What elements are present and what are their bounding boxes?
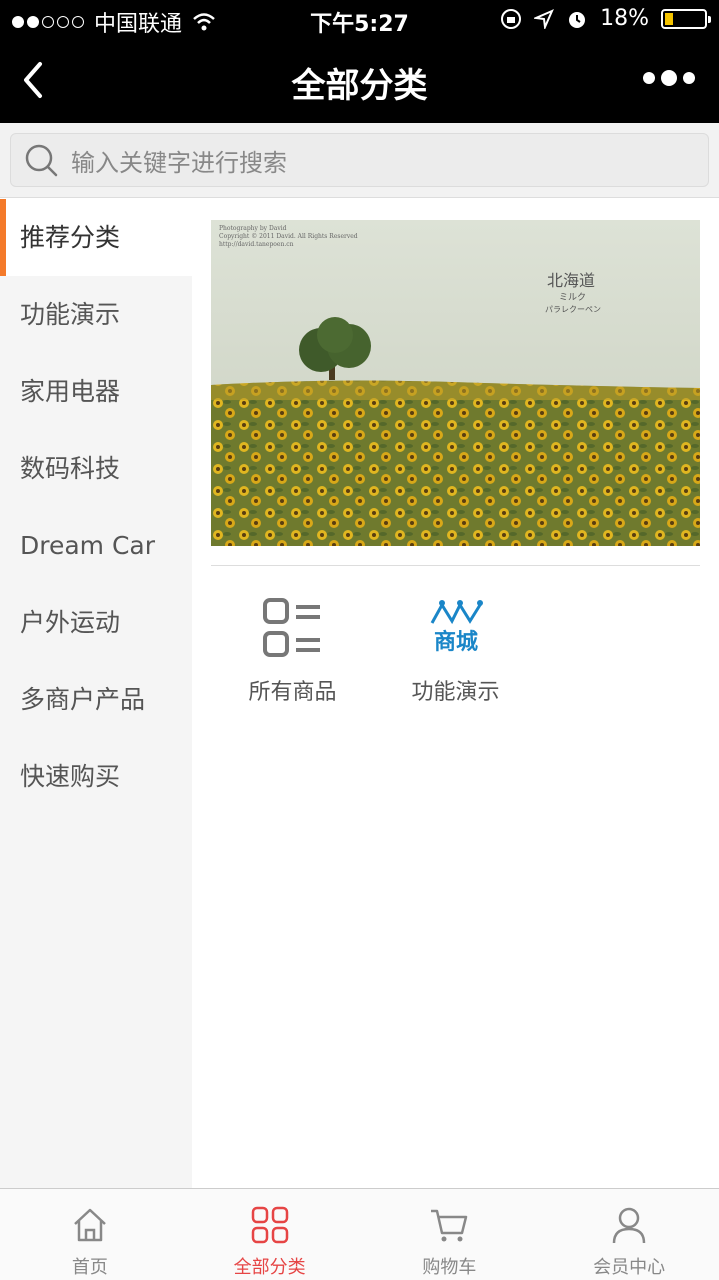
search-placeholder: 输入关键字进行搜索 xyxy=(71,148,287,177)
subcategory-grid: 所有商品 商城 功能演示 xyxy=(211,594,537,706)
search-bar: 输入关键字进行搜索 xyxy=(0,123,719,198)
sidebar-item-digital[interactable]: 数码科技 xyxy=(0,430,192,507)
category-icon xyxy=(251,1206,288,1244)
sidebar-item-quick-buy[interactable]: 快速购买 xyxy=(0,738,192,815)
mall-logo-icon: 商城 xyxy=(430,600,483,655)
tab-label: 会员中心 xyxy=(593,1257,666,1278)
tab-all-categories[interactable]: 全部分类 xyxy=(180,1189,360,1280)
list-grid-icon xyxy=(262,598,320,657)
sidebar-item-appliances[interactable]: 家用电器 xyxy=(0,353,192,430)
tab-home[interactable]: 首页 xyxy=(0,1189,180,1280)
orientation-lock-icon xyxy=(501,8,522,29)
home-icon xyxy=(74,1208,106,1242)
alarm-icon xyxy=(569,11,586,28)
grid-item-label: 所有商品 xyxy=(248,680,337,705)
category-content: Photography by David Copyright © 2011 Da… xyxy=(192,199,719,1188)
banner-title-line2: ミルク xyxy=(559,292,586,303)
banner-copyright: Copyright © 2011 David. All Rights Reser… xyxy=(219,233,358,240)
location-icon xyxy=(534,8,555,29)
banner-photo-credit: Photography by David xyxy=(219,225,287,232)
tab-label: 购物车 xyxy=(422,1257,477,1278)
sidebar-item-demo[interactable]: 功能演示 xyxy=(0,276,192,353)
search-input[interactable]: 输入关键字进行搜索 xyxy=(10,133,709,187)
search-icon xyxy=(25,144,58,177)
more-options-icon[interactable] xyxy=(643,70,695,86)
tab-member-center[interactable]: 会员中心 xyxy=(539,1189,719,1280)
status-right: 18% xyxy=(500,6,711,31)
sidebar-item-outdoor[interactable]: 户外运动 xyxy=(0,584,192,661)
battery-icon xyxy=(661,8,711,29)
cart-icon xyxy=(431,1209,468,1242)
status-bar: 中国联通 下午5:27 18% xyxy=(0,0,719,40)
bottom-tab-bar: 首页 全部分类 购物车 会员中心 xyxy=(0,1188,719,1280)
tab-label: 首页 xyxy=(71,1257,108,1278)
content-divider xyxy=(211,565,700,566)
sidebar-item-dream-car[interactable]: Dream Car xyxy=(0,507,192,584)
tab-label: 全部分类 xyxy=(233,1257,306,1278)
banner-image[interactable]: Photography by David Copyright © 2011 Da… xyxy=(211,220,700,546)
sidebar-item-multi-merchant[interactable]: 多商户产品 xyxy=(0,661,192,738)
category-sidebar: 推荐分类 功能演示 家用电器 数码科技 Dream Car 户外运动 多商户产品… xyxy=(0,199,192,1188)
grid-item-label: 功能演示 xyxy=(411,680,500,705)
banner-url: http://david.tanepoen.cn xyxy=(219,241,294,248)
grid-item-demo[interactable]: 商城 功能演示 xyxy=(374,594,537,706)
page-title: 全部分类 xyxy=(291,66,428,106)
battery-percent: 18% xyxy=(600,6,649,31)
sidebar-item-recommended[interactable]: 推荐分类 xyxy=(0,199,192,276)
banner-title-line1: 北海道 xyxy=(547,271,595,290)
mall-logo-text: 商城 xyxy=(433,629,477,655)
tab-cart[interactable]: 购物车 xyxy=(360,1189,540,1280)
nav-bar: 全部分类 xyxy=(0,40,719,123)
banner-title-line3: パラレクーペン xyxy=(545,305,601,314)
user-icon xyxy=(612,1207,646,1244)
grid-item-all-products[interactable]: 所有商品 xyxy=(211,594,374,706)
